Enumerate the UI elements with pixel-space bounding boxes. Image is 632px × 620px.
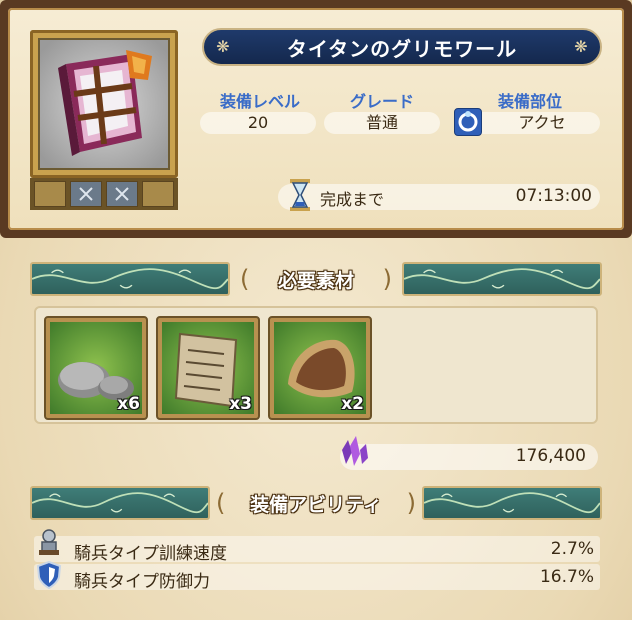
crafting-detail-screen: ❋ タイタンのグリモワール ❋ 装備レベル 20 グレード 普通 装備部位 アク…: [0, 0, 632, 620]
slot-marked: [106, 181, 138, 207]
material-quantity: x3: [229, 394, 252, 414]
timer-value: 07:13:00: [515, 186, 592, 206]
level-label: 装備レベル: [219, 92, 300, 111]
hourglass-icon: [290, 179, 310, 211]
grimoire-book-icon: [58, 50, 152, 156]
material-quantity: x2: [341, 394, 364, 414]
rune-icon: [115, 187, 129, 201]
vine-ornament: [422, 486, 602, 520]
item-name: タイタンのグリモワール: [286, 36, 518, 61]
ability-name: 騎兵タイプ防御力: [74, 572, 210, 592]
materials-panel: x6 x3 x2: [34, 306, 598, 424]
purple-crystal-icon: [342, 436, 368, 466]
grade-label: グレード: [349, 92, 414, 111]
ability-name: 騎兵タイプ訓練速度: [74, 544, 227, 564]
ornament-icon: ❋: [216, 37, 230, 56]
slot-label: 装備部位: [497, 92, 562, 111]
accessory-ring-icon: [454, 108, 482, 136]
material-quantity: x6: [117, 394, 140, 414]
material-slot[interactable]: x6: [44, 316, 148, 420]
bracket-right-icon: ): [382, 265, 392, 293]
material-slot[interactable]: x2: [268, 316, 372, 420]
item-slot-bar: [30, 178, 178, 210]
ability-value: 16.7%: [539, 567, 594, 587]
abilities-header: ( 装備アビリティ ): [30, 486, 602, 520]
bracket-right-icon: ): [406, 489, 416, 517]
slot-marked: [70, 181, 102, 207]
cost-value: 176,400: [515, 446, 586, 466]
grade-value: 普通: [324, 112, 440, 134]
level-value: 20: [200, 112, 316, 134]
slot-empty: [142, 181, 174, 207]
material-slot[interactable]: x3: [156, 316, 260, 420]
ornament-icon: ❋: [574, 37, 588, 56]
cavalry-knight-icon: [39, 529, 59, 555]
item-name-banner: ❋ タイタンのグリモワール ❋: [202, 28, 602, 66]
rune-icon: [79, 187, 93, 201]
ability-value: 2.7%: [550, 539, 594, 559]
shield-icon: [36, 560, 62, 590]
item-portrait-background: [38, 38, 170, 170]
slot-value: アクセ: [470, 112, 600, 134]
vine-ornament: [402, 262, 602, 296]
slot-empty: [34, 181, 66, 207]
item-portrait-frame[interactable]: [30, 30, 178, 178]
materials-header: ( 必要素材 ): [30, 262, 602, 296]
timer-label: 完成まで: [320, 190, 385, 209]
